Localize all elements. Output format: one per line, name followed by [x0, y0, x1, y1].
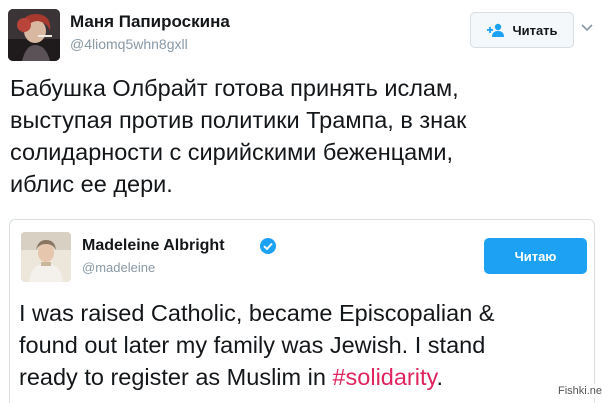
quoted-tweet[interactable]: Madeleine Albright @madeleine Читаю I wa… — [9, 219, 595, 403]
follow-button-label: Читать — [512, 22, 558, 38]
tweet-header: Маня Папироскина @4liomq5whn8gxll Читать — [0, 0, 602, 70]
quoted-author-handle[interactable]: @madeleine — [82, 260, 155, 275]
chevron-down-icon[interactable] — [580, 20, 594, 34]
avatar[interactable] — [8, 9, 60, 61]
follow-button[interactable]: Читать — [470, 12, 574, 48]
following-button[interactable]: Читаю — [484, 238, 587, 274]
quoted-tweet-text: I was raised Catholic, became Episcopali… — [19, 297, 589, 393]
quoted-avatar-image — [21, 232, 71, 282]
follow-user-icon — [487, 23, 505, 37]
avatar-image — [8, 9, 60, 61]
hashtag-link[interactable]: #solidarity — [332, 364, 436, 390]
author-name[interactable]: Маня Папироскина — [70, 12, 230, 32]
quoted-avatar[interactable] — [21, 232, 71, 282]
verified-badge-icon — [260, 238, 276, 254]
author-handle[interactable]: @4liomq5whn8gxll — [70, 36, 188, 52]
quoted-author-name[interactable]: Madeleine Albright — [82, 237, 225, 255]
following-button-label: Читаю — [514, 248, 557, 264]
watermark: Fishki.net — [555, 384, 602, 398]
tweet-text: Бабушка Олбрайт готова принять ислам, вы… — [10, 75, 467, 197]
quoted-text-end: . — [436, 364, 444, 390]
